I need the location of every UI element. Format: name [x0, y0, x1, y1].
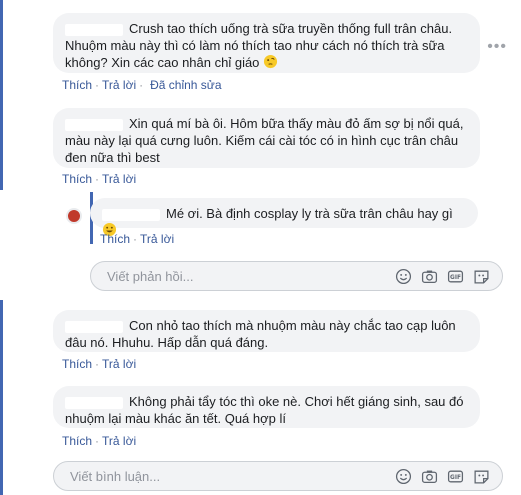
author-name-redacted[interactable]	[65, 23, 123, 36]
comment-bubble: Không phải tẩy tóc thì oke nè. Chơi hết …	[53, 386, 480, 428]
sticker-icon[interactable]	[473, 268, 490, 285]
comment-box: GIF	[53, 461, 503, 491]
edited-label[interactable]: Đã chỉnh sửa	[150, 78, 221, 92]
reply-link[interactable]: Trả lời	[102, 78, 136, 92]
reply-link[interactable]: Trả lời	[102, 172, 136, 186]
comment-bubble: Mé ơi. Bà định cosplay ly trà sữa trân c…	[90, 198, 478, 237]
like-link[interactable]: Thích	[62, 172, 92, 186]
avatar[interactable]	[66, 208, 82, 224]
author-name-redacted[interactable]	[102, 208, 160, 221]
like-link[interactable]: Thích	[100, 232, 130, 246]
comment-actions: Thích · Trả lời · Đã chỉnh sửa	[62, 78, 222, 92]
reply-box: GIF	[90, 261, 503, 291]
camera-icon[interactable]	[421, 468, 438, 485]
comment-bubble: Con nhỏ tao thích mà nhuộm màu này chắc …	[53, 310, 480, 352]
emoji-icon[interactable]	[395, 268, 412, 285]
more-options-icon[interactable]: •••	[487, 38, 507, 56]
comment-input[interactable]	[68, 468, 332, 485]
like-link[interactable]: Thích	[62, 78, 92, 92]
comment-text: Mé ơi. Bà định cosplay ly trà sữa trân c…	[166, 206, 453, 221]
comment-actions: Thích · Trả lời	[62, 357, 137, 371]
reply-input[interactable]	[105, 268, 369, 285]
like-link[interactable]: Thích	[62, 434, 92, 448]
emoji-icon[interactable]	[395, 468, 412, 485]
reply-link[interactable]: Trả lời	[102, 357, 136, 371]
comment-actions: Thích · Trả lời	[62, 434, 137, 448]
comment-text: Con nhỏ tao thích mà nhuộm màu này chắc …	[65, 318, 456, 350]
svg-text:GIF: GIF	[450, 475, 461, 481]
reply-link[interactable]: Trả lời	[102, 434, 136, 448]
svg-text:GIF: GIF	[450, 275, 461, 281]
comment-actions: Thích · Trả lời	[100, 232, 175, 246]
thinking-emoji-icon	[263, 54, 278, 73]
comment-text: Xin quá mí bà ôi. Hôm bữa thấy màu đỏ ấm…	[65, 116, 464, 165]
author-name-redacted[interactable]	[65, 320, 123, 333]
thread-indicator	[0, 300, 3, 495]
comment-bubble: Xin quá mí bà ôi. Hôm bữa thấy màu đỏ ấm…	[53, 108, 480, 168]
gif-icon[interactable]: GIF	[447, 268, 464, 285]
sticker-icon[interactable]	[473, 468, 490, 485]
thread-indicator	[0, 0, 3, 190]
reply-link[interactable]: Trả lời	[140, 232, 174, 246]
comment-text: Crush tao thích uống trà sữa truyền thốn…	[65, 21, 453, 70]
gif-icon[interactable]: GIF	[447, 468, 464, 485]
author-name-redacted[interactable]	[65, 396, 123, 409]
author-name-redacted[interactable]	[65, 118, 123, 131]
comment-text: Không phải tẩy tóc thì oke nè. Chơi hết …	[65, 394, 464, 426]
like-link[interactable]: Thích	[62, 357, 92, 371]
comment-actions: Thích · Trả lời	[62, 172, 137, 186]
camera-icon[interactable]	[421, 268, 438, 285]
comment-bubble: Crush tao thích uống trà sữa truyền thốn…	[53, 13, 480, 73]
